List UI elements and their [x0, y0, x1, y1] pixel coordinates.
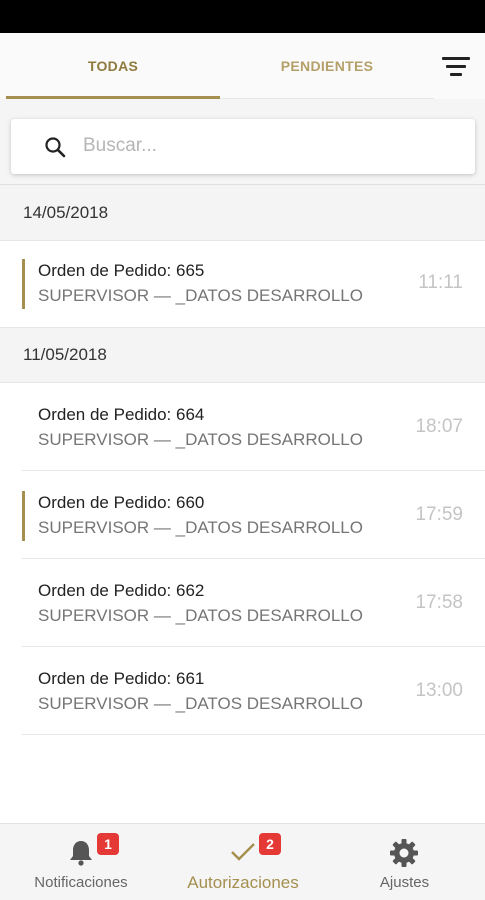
order-title: Orden de Pedido: 661	[38, 669, 205, 688]
order-time: 17:59	[415, 504, 463, 525]
pending-indicator	[22, 491, 25, 541]
tabs-bar: TODAS PENDIENTES	[0, 33, 485, 99]
order-row[interactable]: Orden de Pedido: 660 SUPERVISOR — _DATOS…	[0, 473, 485, 559]
order-row[interactable]: Orden de Pedido: 664 SUPERVISOR — _DATOS…	[0, 385, 485, 471]
search-area	[0, 99, 485, 184]
nav-label: Autorizaciones	[187, 873, 299, 892]
row-divider	[22, 646, 485, 647]
order-time: 18:07	[415, 416, 463, 437]
status-bar	[0, 0, 485, 33]
bell-icon	[70, 841, 92, 866]
order-time: 13:00	[415, 680, 463, 701]
nav-item-autorizaciones[interactable]: 2 Autorizaciones	[162, 824, 324, 900]
notification-badge: 1	[97, 833, 119, 855]
order-time: 11:11	[418, 272, 463, 293]
search-box	[11, 119, 475, 174]
authorization-badge: 2	[259, 833, 281, 855]
order-row[interactable]: Orden de Pedido: 661 SUPERVISOR — _DATOS…	[0, 649, 485, 735]
order-title: Orden de Pedido: 660	[38, 493, 205, 512]
order-subtitle: SUPERVISOR — _DATOS DESARROLLO	[38, 430, 363, 449]
date-header: 14/05/2018	[0, 185, 485, 241]
order-title: Orden de Pedido: 662	[38, 581, 205, 600]
order-subtitle: SUPERVISOR — _DATOS DESARROLLO	[38, 694, 363, 713]
filter-icon[interactable]	[436, 51, 476, 83]
order-title: Orden de Pedido: 664	[38, 405, 205, 424]
search-input[interactable]	[81, 129, 461, 163]
nav-label: Notificaciones	[34, 874, 128, 891]
bottom-navigation: 1 Notificaciones 2 Autorizaciones Ajuste…	[0, 823, 485, 900]
tab-pendientes[interactable]: PENDIENTES	[220, 33, 434, 99]
row-divider	[22, 734, 485, 735]
check-icon	[231, 843, 255, 861]
order-subtitle: SUPERVISOR — _DATOS DESARROLLO	[38, 606, 363, 625]
tab-todas[interactable]: TODAS	[6, 33, 220, 99]
nav-item-ajustes[interactable]: Ajustes	[324, 824, 485, 900]
nav-label: Ajustes	[379, 874, 430, 891]
order-row[interactable]: Orden de Pedido: 662 SUPERVISOR — _DATOS…	[0, 561, 485, 647]
order-subtitle: SUPERVISOR — _DATOS DESARROLLO	[38, 286, 363, 305]
pending-indicator	[22, 259, 25, 309]
nav-item-notificaciones[interactable]: 1 Notificaciones	[0, 824, 162, 900]
row-divider	[22, 558, 485, 559]
row-divider	[22, 470, 485, 471]
order-title: Orden de Pedido: 665	[38, 261, 205, 280]
search-icon	[45, 137, 66, 158]
orders-list[interactable]: 14/05/2018 Orden de Pedido: 665 SUPERVIS…	[0, 184, 485, 823]
date-header: 11/05/2018	[0, 327, 485, 383]
gear-icon	[390, 839, 418, 867]
order-subtitle: SUPERVISOR — _DATOS DESARROLLO	[38, 518, 363, 537]
order-row[interactable]: Orden de Pedido: 665 SUPERVISOR — _DATOS…	[0, 241, 485, 327]
order-time: 17:58	[415, 592, 463, 613]
